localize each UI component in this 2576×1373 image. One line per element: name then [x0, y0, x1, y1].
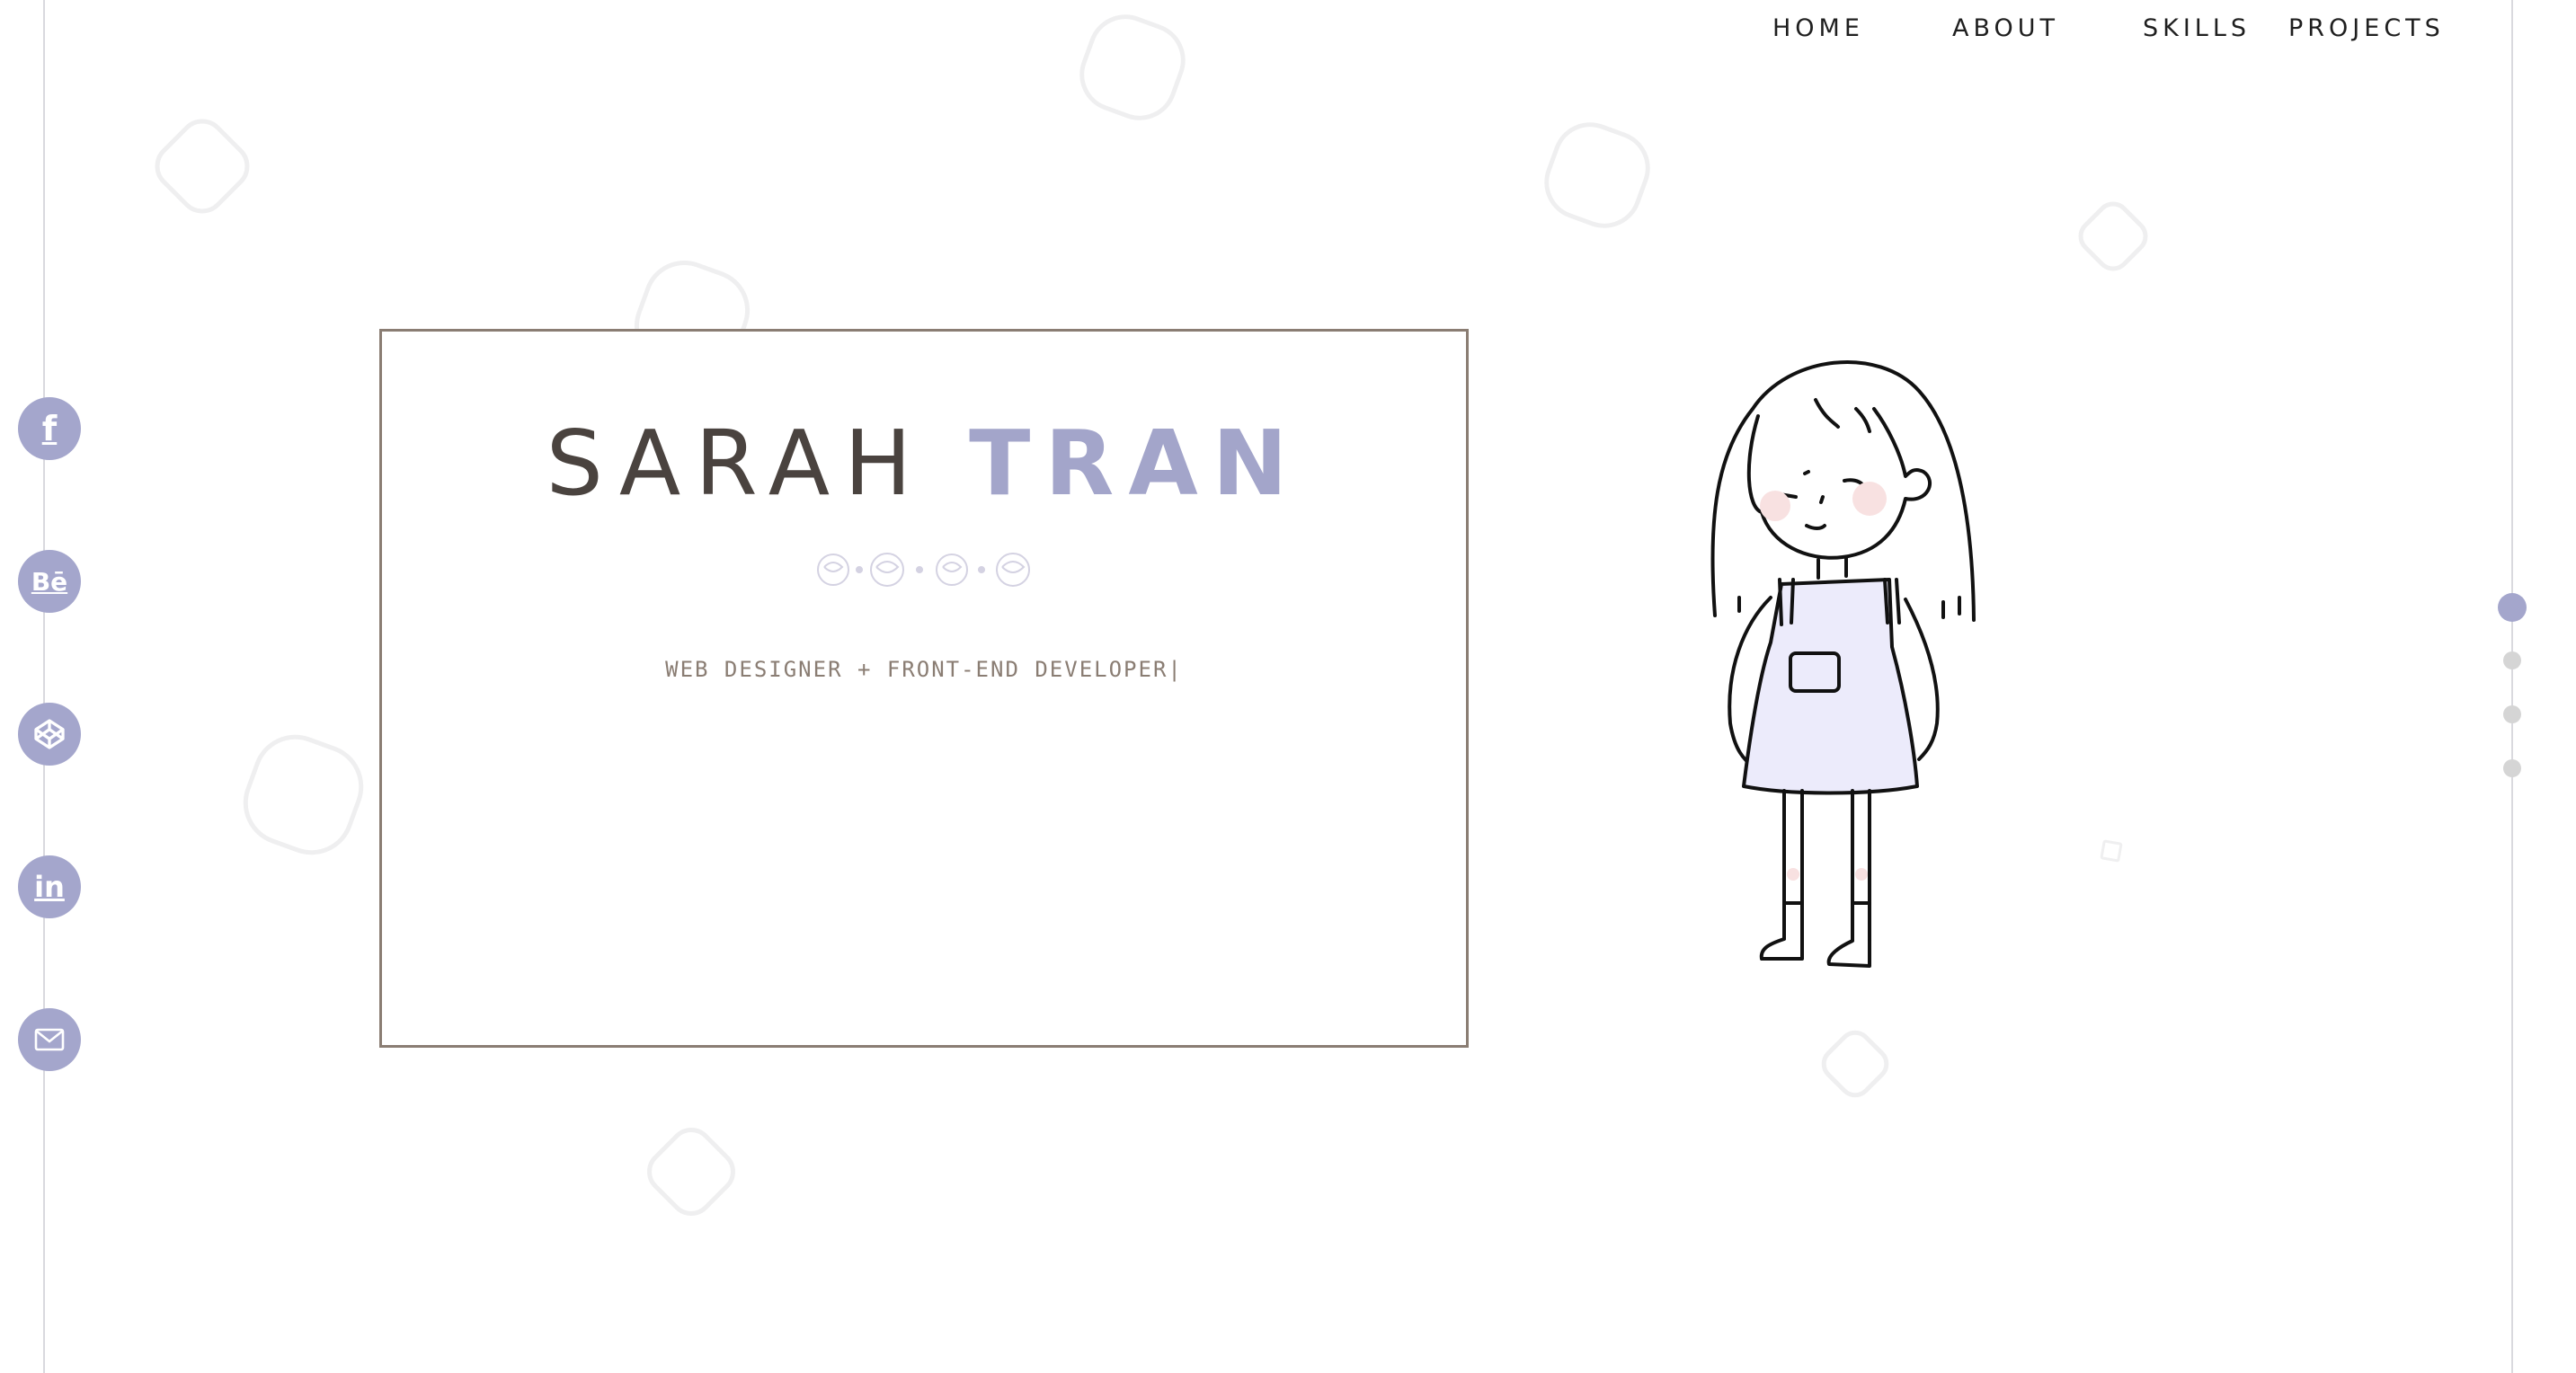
- decorative-shape: [145, 109, 260, 224]
- nav-home-link[interactable]: HOME: [1772, 14, 1864, 42]
- decorative-shape: [2100, 839, 2123, 863]
- email-button[interactable]: [18, 1008, 81, 1071]
- behance-icon: Bē: [31, 566, 68, 597]
- codepen-button[interactable]: [18, 703, 81, 766]
- left-guide-line: [43, 0, 45, 1373]
- decorative-shape: [231, 722, 376, 867]
- first-name: SARAH: [546, 411, 927, 516]
- hero-name: SARAH TRAN: [382, 411, 1466, 516]
- page-dot[interactable]: [2503, 705, 2521, 723]
- page-dot-active[interactable]: [2498, 593, 2527, 622]
- flower-ornament-icon: [817, 553, 1030, 587]
- facebook-button[interactable]: f: [18, 397, 81, 460]
- hero-card: SARAH TRAN WEB DESIGNER + FRONT-END DEVE…: [379, 329, 1469, 1048]
- right-guide-line: [2511, 0, 2513, 1373]
- nav-about-link[interactable]: ABOUT: [1952, 14, 2059, 42]
- facebook-icon: f: [41, 409, 58, 448]
- linkedin-icon: in: [34, 870, 65, 904]
- page-dot[interactable]: [2503, 759, 2521, 777]
- decorative-shape: [2071, 194, 2155, 279]
- nav-skills-link[interactable]: SKILLS: [2143, 14, 2251, 42]
- page-dot[interactable]: [2503, 651, 2521, 669]
- envelope-icon: [34, 1028, 65, 1051]
- behance-button[interactable]: Bē: [18, 550, 81, 613]
- girl-illustration: [1710, 359, 1976, 968]
- nav-projects-link[interactable]: PROJECTS: [2288, 14, 2445, 42]
- top-nav: HOME ABOUT SKILLS PROJECTS: [0, 0, 2576, 63]
- decorative-shape: [1533, 111, 1661, 239]
- last-name: TRAN: [969, 411, 1302, 516]
- decorative-shape: [637, 1118, 745, 1226]
- hero-subtitle: WEB DESIGNER + FRONT-END DEVELOPER|: [665, 657, 1183, 682]
- linkedin-button[interactable]: in: [18, 855, 81, 918]
- codepen-icon: [34, 719, 65, 749]
